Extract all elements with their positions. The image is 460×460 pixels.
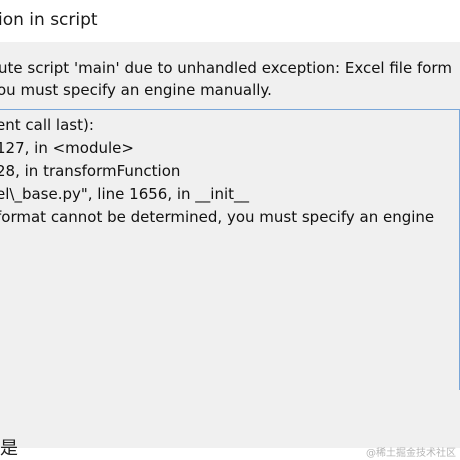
traceback-line: 127, in <module> xyxy=(0,139,134,157)
traceback-line: 28, in transformFunction xyxy=(0,162,181,180)
traceback-textbox[interactable]: ent call last): 127, in <module> 28, in … xyxy=(0,109,460,391)
error-message-line-2: ou must specify an engine manually. xyxy=(0,81,272,99)
title-bar[interactable]: ion in script xyxy=(0,0,460,42)
error-message: ute script 'main' due to unhandled excep… xyxy=(0,44,460,101)
error-dialog: ion in script ute script 'main' due to u… xyxy=(0,0,460,460)
partial-button-label[interactable]: 是 xyxy=(0,434,18,460)
window-title: ion in script xyxy=(0,10,98,30)
traceback-line: ent call last): xyxy=(0,116,94,134)
traceback-line: format cannot be determined, you must sp… xyxy=(0,208,435,226)
traceback-content: ent call last): 127, in <module> 28, in … xyxy=(0,114,434,229)
button-area xyxy=(0,390,460,448)
traceback-line: el\_base.py", line 1656, in __init__ xyxy=(0,185,250,203)
watermark: @稀土掘金技术社区 xyxy=(366,448,456,459)
error-message-line-1: ute script 'main' due to unhandled excep… xyxy=(0,59,452,77)
